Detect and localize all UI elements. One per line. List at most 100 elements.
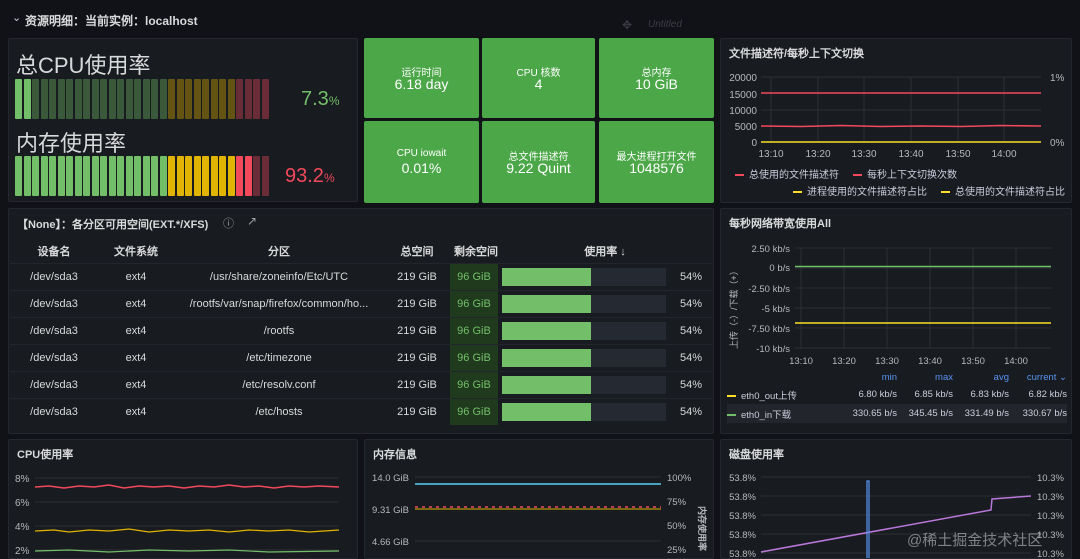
row-title[interactable]: 资源明细：当前实例：localhost [25,12,198,29]
cell-usage: 54% [498,289,712,317]
y-tick: 0 b/s [769,263,790,274]
cell-device: /dev/sda3 [10,316,98,344]
gauge-segment [108,156,116,196]
cell-device: /dev/sda3 [10,343,98,371]
y-tick-right: 100% [667,473,692,484]
legend-swatch [853,174,862,177]
y-tick: 10000 [729,106,757,117]
legend-value: 330.67 b/s [1022,408,1067,419]
gauge-segment [219,156,226,196]
table-row[interactable]: /dev/sda3 ext4/rootfs/var/snap/firefox/co… [10,289,712,317]
y-tick-right: 10.3% [1037,473,1064,484]
legend-value: 6.85 kb/s [914,389,953,400]
usage-value: 54% [680,270,703,283]
legend-swatch [727,394,736,397]
legend-swatch [735,174,744,177]
legend-col-current[interactable]: current ⌄ [1009,369,1067,385]
y-tick-right: 50% [667,521,687,532]
y-tick-right: 75% [667,497,687,508]
stat-cpu-iowait[interactable]: CPU iowait 0.01% [364,121,479,203]
gauge-segment [142,79,150,119]
column-header[interactable]: 分区 [174,239,384,263]
cell-mount: /usr/share/zoneinfo/Etc/UTC [174,262,384,290]
cell-filesystem: ext4 [98,289,174,317]
series-cpu-total [34,484,340,489]
stat-cpu-cores[interactable]: CPU 核数 4 [482,38,595,118]
legend-value: 6.82 kb/s [1028,389,1067,400]
cell-free: 96 GiB [450,316,498,344]
stat-total-fd[interactable]: 总文件描述符 9.22 Quint [482,121,595,203]
table-row[interactable]: /dev/sda3 ext4/etc/hosts 219 GiB 96 GiB 54% [10,397,712,425]
stat-total-memory[interactable]: 总内存 10 GiB [599,38,714,118]
y-tick: 2% [15,546,30,557]
cell-usage: 54% [498,343,712,371]
gauge-segment [253,79,260,119]
gauge-segment [151,156,158,196]
usage-bar-fill [502,375,591,394]
series-cpu-user [34,528,340,533]
legend-value: 330.65 b/s [852,408,897,419]
column-header-sorted[interactable]: 使用率 ↓ [498,239,712,263]
table-row[interactable]: /dev/sda3 ext4/etc/timezone 219 GiB 96 GiB 5… [10,343,712,371]
usage-bar [502,267,666,286]
table-row[interactable]: /dev/sda3 ext4/usr/share/zoneinfo/Etc/UTC… [10,262,712,290]
y-tick: 53.8% [729,492,756,503]
x-tick: 13:40 [918,356,942,367]
legend-item[interactable]: 每秒上下文切换次数 [853,170,957,181]
legend-col-min[interactable]: min [841,369,897,385]
table-row[interactable]: /dev/sda3 ext4/etc/resolv.conf 219 GiB 96 G… [10,370,712,398]
column-header[interactable]: 总空间 [384,239,450,263]
column-header[interactable]: 文件系统 [98,239,174,263]
column-header[interactable]: 设备名 [10,239,98,263]
legend-label: 总使用的文件描述符占比 [955,187,1065,198]
legend-col-avg[interactable]: avg [953,369,1009,385]
memory-graph: 14.0 GiB 9.31 GiB 4.66 GiB 100% 75% 50% … [372,473,708,556]
gauge-segment [142,156,150,196]
legend-item[interactable]: 总使用的文件描述符 [735,170,839,181]
gauge-segment [74,156,82,196]
collapse-chevron-icon[interactable]: ⌄ [12,11,21,24]
x-tick: 14:00 [1004,356,1028,367]
legend-col-max[interactable]: max [897,369,953,385]
cell-mount: /rootfs/var/snap/firefox/common/ho... [174,289,384,317]
gauge-segment [185,79,192,119]
cell-filesystem: ext4 [98,370,174,398]
panel-title[interactable]: 【None】：各分区可用空间(EXT.*/XFS) [17,216,208,232]
drag-handle-icon[interactable]: ✥ [622,18,632,32]
y-tick: 6% [15,498,30,509]
legend-label: eth0_in下载 [741,409,792,421]
legend: 总使用的文件描述符 每秒上下文切换次数 进程使用的文件描述符占比 总使用的文件描述符… [735,167,1071,201]
gauge-segment [117,79,124,119]
stat-max-open-files[interactable]: 最大进程打开文件 1048576 [599,121,714,203]
gauge-segment [261,156,269,196]
usage-value: 54% [680,351,703,364]
gauge-segment [100,156,107,196]
legend-row[interactable]: eth0_in下载 330.65 b/s 345.45 b/s 331.49 b… [727,404,1067,423]
cpu-gauge-title: 总CPU使用率 [16,53,151,78]
cell-total: 219 GiB [384,289,450,317]
external-link-icon[interactable]: ↗ [247,214,257,228]
table-row[interactable]: /dev/sda3 ext4/rootfs 219 GiB 96 GiB 54% [10,316,712,344]
legend-row[interactable]: eth0_out上传 6.80 kb/s 6.85 kb/s 6.83 kb/s… [727,385,1067,404]
column-header[interactable]: 剩余空间 [450,239,498,263]
y-tick: 8% [15,474,30,485]
stat-uptime[interactable]: 运行时间 6.18 day [364,38,479,118]
gauge-segment [49,156,56,196]
y-tick: 5000 [735,122,758,133]
usage-bar-fill [502,402,591,421]
usage-value: 54% [680,405,703,418]
x-tick: 13:10 [789,356,813,367]
cell-mount: /etc/resolv.conf [174,370,384,398]
gauge-segment [40,156,48,196]
gauge-segment [91,79,99,119]
info-icon[interactable]: ⓘ [223,215,234,231]
gauge-segment [261,79,269,119]
disk-usage-panel: 磁盘使用率 53.8% 53.8% 53.8% 53.8% 53.8% 10.3… [720,439,1072,559]
gauge-segment [244,156,252,196]
legend-item[interactable]: 进程使用的文件描述符占比 [793,187,927,198]
y-tick-right: 10.3% [1037,492,1064,503]
usage-value: 54% [680,297,703,310]
legend-item[interactable]: 总使用的文件描述符占比 [941,187,1065,198]
usage-value: 54% [680,324,703,337]
gauge-segment [193,156,201,196]
